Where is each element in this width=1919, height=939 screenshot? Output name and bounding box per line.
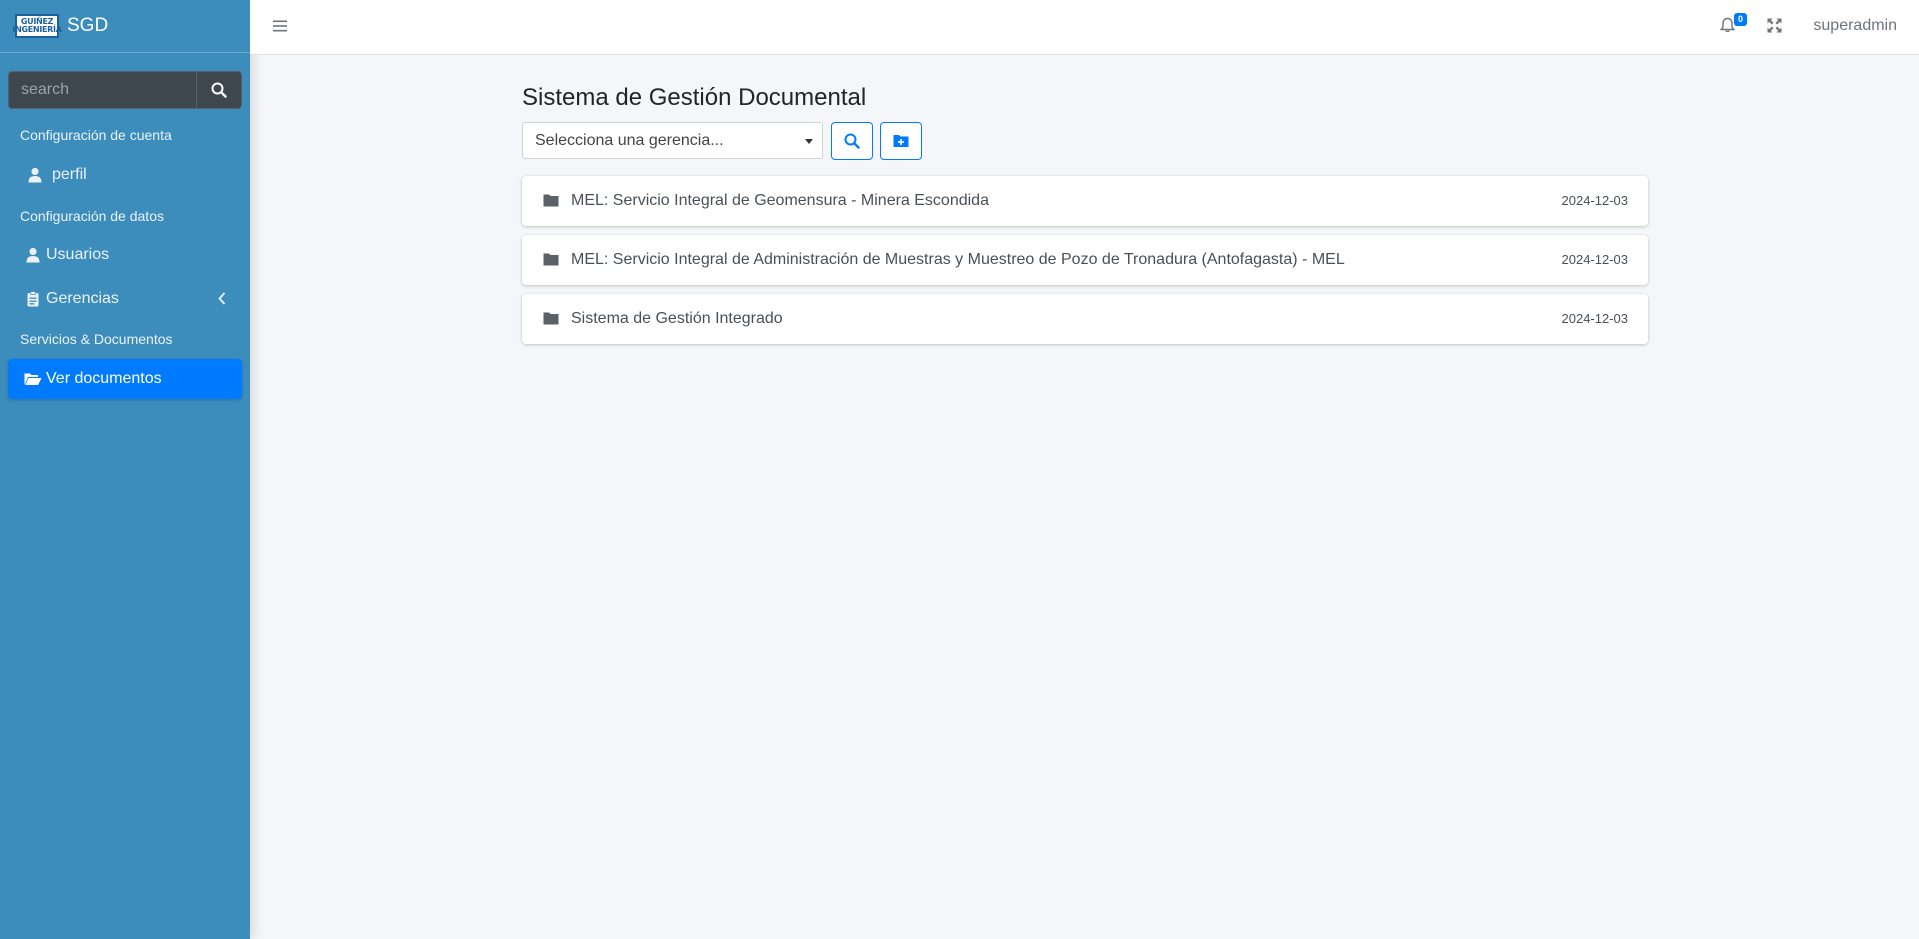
document-title: MEL: Servicio Integral de Geomensura - M… — [571, 192, 989, 209]
notification-badge: 0 — [1734, 13, 1747, 26]
search-button[interactable] — [196, 71, 242, 109]
folder-open-icon — [24, 372, 42, 386]
sidebar-item-perfil[interactable]: perfil — [8, 155, 242, 195]
sidebar-item-label: perfil — [52, 166, 87, 183]
sidebar-item-label: Gerencias — [46, 290, 119, 307]
sidebar-item-ver-documentos[interactable]: Ver documentos — [8, 359, 242, 399]
bell-icon[interactable] — [1719, 17, 1736, 38]
brand-link[interactable]: GUIÑEZ INGENIERÍA SGD — [0, 0, 250, 53]
document-folder-card[interactable]: MEL: Servicio Integral de Administración… — [522, 235, 1648, 285]
user-icon — [24, 247, 42, 263]
gerencia-select-value: Selecciona una gerencia... — [535, 131, 724, 149]
search-input[interactable] — [8, 71, 196, 109]
clipboard-icon — [24, 291, 42, 307]
sidebar: GUIÑEZ INGENIERÍA SGD Configuración de c… — [0, 0, 250, 939]
caret-down-icon — [805, 139, 813, 144]
sidebar-item-label: Ver documentos — [46, 370, 162, 387]
document-title: Sistema de Gestión Integrado — [571, 310, 783, 327]
user-menu[interactable]: superadmin — [1813, 17, 1897, 35]
brand-name: SGD — [67, 15, 109, 36]
document-folder-card[interactable]: Sistema de Gestión Integrado 2024-12-03 — [522, 294, 1648, 344]
search-icon — [211, 82, 227, 98]
brand-logo: GUIÑEZ INGENIERÍA — [12, 14, 62, 38]
gerencia-select[interactable]: Selecciona una gerencia... — [522, 122, 823, 159]
document-folder-card[interactable]: MEL: Servicio Integral de Geomensura - M… — [522, 176, 1648, 226]
add-folder-button[interactable] — [880, 122, 922, 160]
user-icon — [26, 167, 44, 183]
folder-icon — [543, 194, 559, 212]
search-icon — [844, 133, 860, 149]
document-date: 2024-12-03 — [1561, 252, 1629, 267]
search-documents-button[interactable] — [831, 122, 873, 160]
folder-icon — [543, 312, 559, 330]
nav-header-data: Configuración de datos — [20, 208, 164, 224]
nav-header-services: Servicios & Documentos — [20, 331, 173, 347]
fullscreen-icon[interactable] — [1767, 18, 1782, 38]
sidebar-item-usuarios[interactable]: Usuarios — [8, 235, 242, 275]
nav-header-account: Configuración de cuenta — [20, 127, 172, 143]
document-date: 2024-12-03 — [1561, 311, 1629, 326]
document-date: 2024-12-03 — [1561, 193, 1629, 208]
sidebar-item-label: Usuarios — [46, 246, 110, 263]
menu-toggle-icon[interactable] — [273, 19, 287, 37]
folder-icon — [543, 253, 559, 271]
chevron-left-icon — [218, 292, 226, 310]
page-title: Sistema de Gestión Documental — [522, 84, 867, 111]
document-title: MEL: Servicio Integral de Administración… — [571, 251, 1345, 268]
sidebar-item-gerencias[interactable]: Gerencias — [8, 279, 242, 319]
folder-plus-icon — [893, 135, 909, 147]
sidebar-search — [8, 71, 242, 109]
top-navbar: 0 superadmin — [250, 0, 1919, 55]
